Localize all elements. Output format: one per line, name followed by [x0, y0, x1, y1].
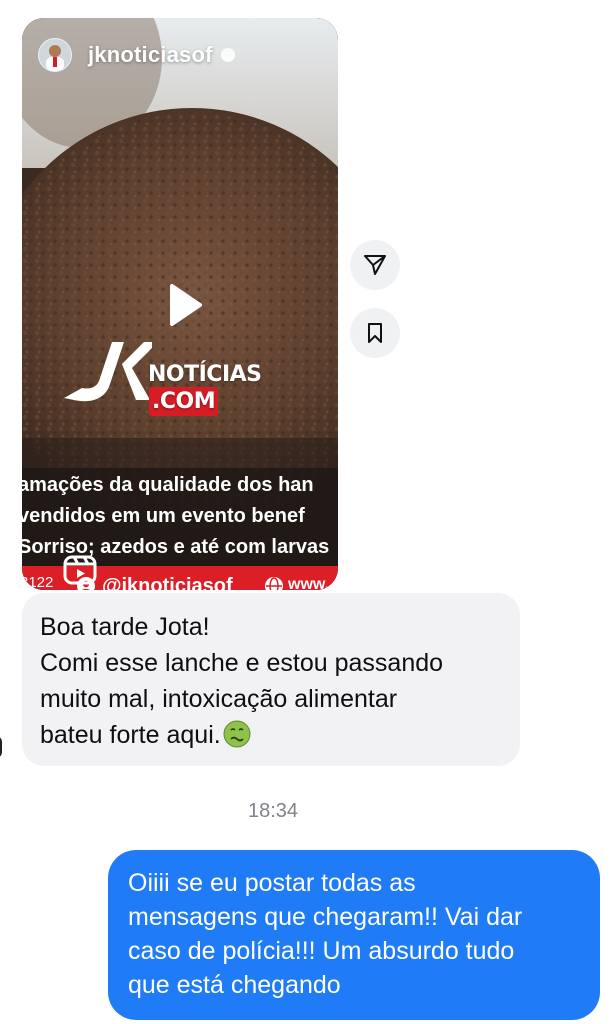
- sent-message-bubble[interactable]: Oiiii se eu postar todas as mensagens qu…: [108, 850, 600, 1020]
- received-line-4: bateu forte aqui.: [40, 717, 502, 753]
- logo-word: NOTÍCIAS: [148, 362, 262, 387]
- caption-line-2: vendidos em um evento benef: [22, 505, 305, 527]
- sent-line-3: caso de polícia!!! Um absurdo tudo: [128, 937, 515, 965]
- reel-username[interactable]: jknoticiasof: [88, 42, 213, 68]
- logo-suffix: .COM: [149, 387, 219, 416]
- logo-text: NOTÍCIAS.COM: [148, 362, 312, 416]
- received-message-bubble[interactable]: Boa tarde Jota! Comi esse lanche e estou…: [22, 593, 520, 766]
- reels-icon: [63, 555, 97, 585]
- jk-noticias-logo: NOTÍCIAS.COM: [62, 338, 312, 418]
- received-line-2: Comi esse lanche e estou passando: [40, 649, 444, 677]
- reel-header[interactable]: jknoticiasof: [38, 38, 235, 72]
- sent-line-4: que está chegando: [128, 971, 341, 999]
- reaction-indicator: [0, 736, 2, 758]
- shared-reel-card[interactable]: jknoticiasof NOTÍCIAS.COM amações da qua…: [22, 18, 338, 590]
- globe-icon: [265, 577, 283, 590]
- bookmark-icon: [368, 323, 382, 343]
- footer-handle: @jknoticiasof: [102, 575, 233, 590]
- footer-number: 3122: [22, 574, 54, 590]
- share-button[interactable]: [350, 240, 400, 290]
- paper-plane-icon: [364, 255, 386, 275]
- timestamp: 18:34: [247, 800, 299, 822]
- play-icon[interactable]: [158, 280, 208, 330]
- save-button[interactable]: [350, 308, 400, 358]
- nauseated-face-icon: [223, 720, 251, 748]
- sent-line-1: Oiiii se eu postar todas as: [128, 869, 416, 897]
- footer-site: www.: [288, 576, 330, 590]
- received-line-4-text: bateu forte aqui.: [40, 721, 221, 749]
- received-line-3: muito mal, intoxicação alimentar: [40, 685, 398, 713]
- verified-badge-icon: [220, 48, 235, 62]
- received-line-1: Boa tarde Jota!: [40, 613, 210, 641]
- caption-line-1: amações da qualidade dos han: [22, 474, 314, 496]
- sent-line-2: mensagens que chegaram!! Vai dar: [128, 903, 523, 931]
- jk-logo-icon: [64, 342, 158, 402]
- avatar[interactable]: [38, 38, 72, 72]
